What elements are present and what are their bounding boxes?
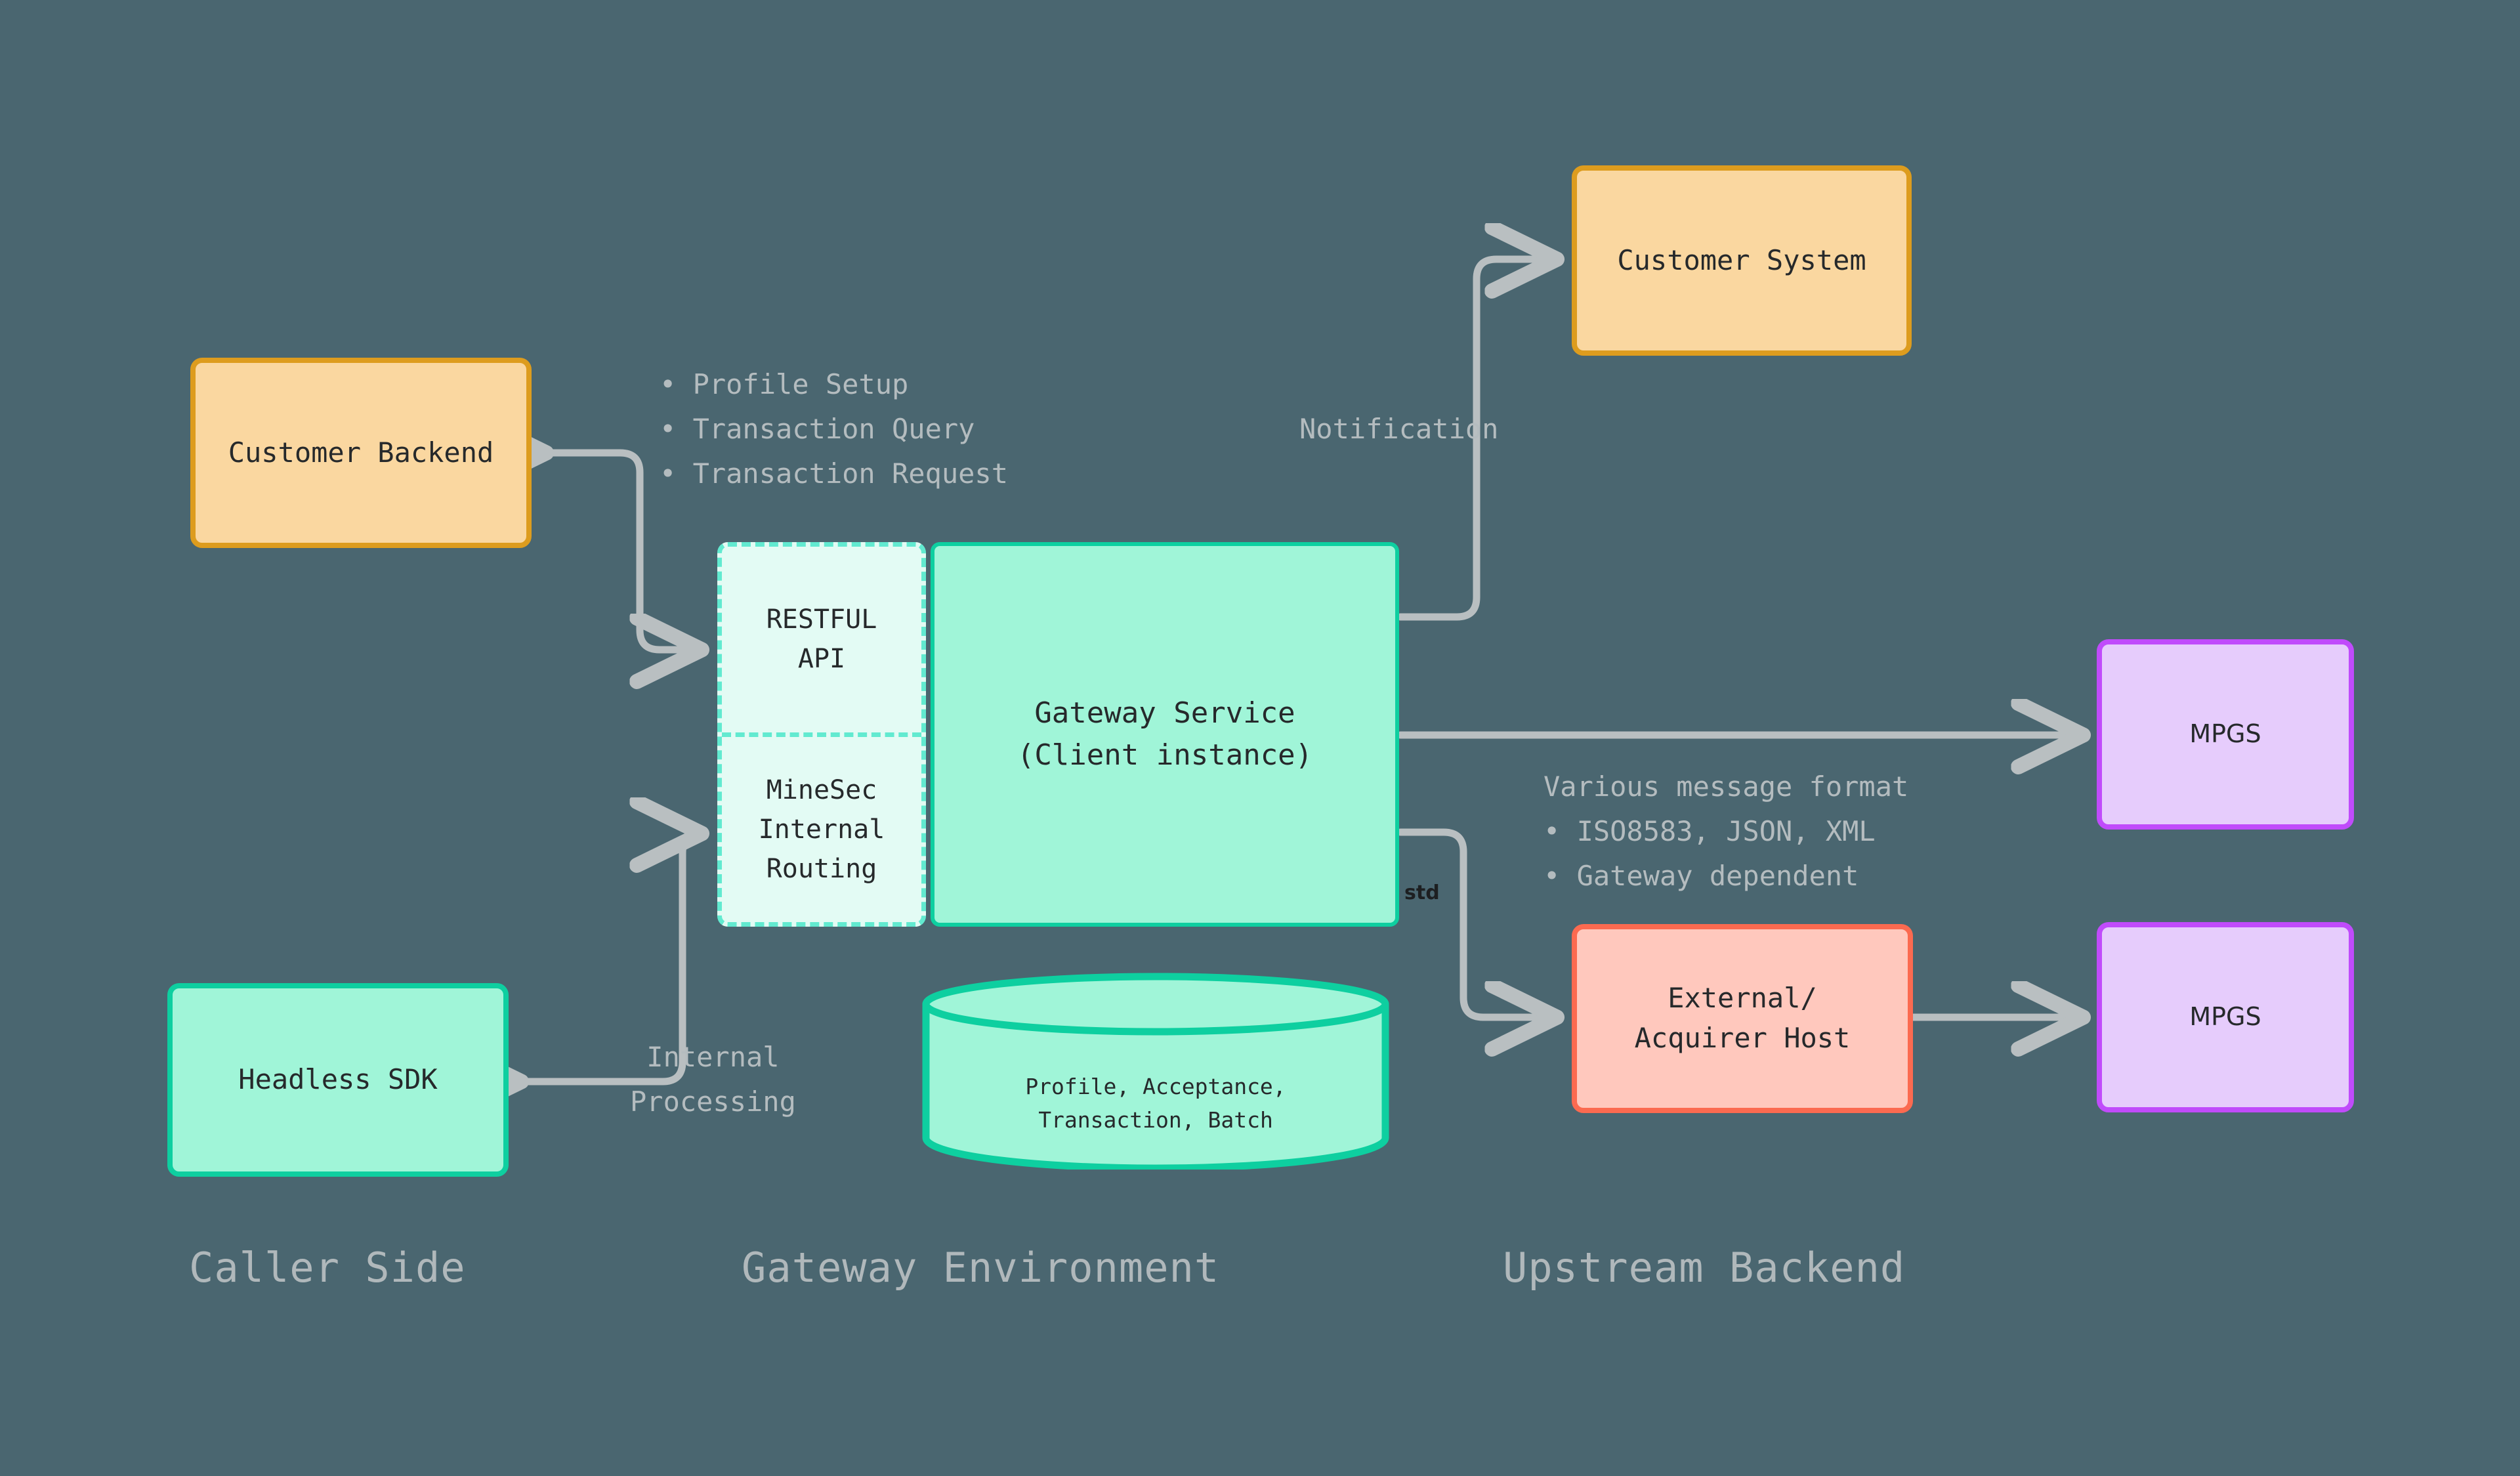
edge-label-caller-capabilities: • Profile Setup • Transaction Query • Tr…	[660, 368, 1009, 490]
node-datastore[interactable]: Profile, Acceptance, Transaction, Batch	[922, 973, 1389, 1172]
node-mpgs-top[interactable]: MPGS	[2097, 639, 2354, 830]
edge-label-message-format: Various message format • ISO8583, JSON, …	[1544, 770, 1909, 893]
node-gateway-service[interactable]: Gateway Service (Client instance)	[931, 542, 1399, 927]
section-title-upstream: Upstream Backend	[1503, 1244, 1906, 1292]
datastore-label: Profile, Acceptance, Transaction, Batch	[1025, 1074, 1286, 1133]
section-title-gateway: Gateway Environment	[742, 1244, 1220, 1292]
edge-label-notification: Notification	[1299, 413, 1499, 445]
diagram-canvas: Customer Backend Customer System Headles…	[0, 0, 2520, 1476]
node-internal-routing[interactable]: MineSec Internal Routing	[722, 737, 921, 923]
edge-label-internal-processing: Internal Processing	[630, 1041, 796, 1118]
node-mpgs-bottom[interactable]: MPGS	[2097, 922, 2354, 1112]
section-title-caller: Caller Side	[189, 1244, 466, 1292]
node-customer-backend[interactable]: Customer Backend	[190, 358, 532, 548]
edge-gateway-acquirer-host	[1396, 828, 1561, 1017]
node-restful-api[interactable]: RESTFUL API	[722, 547, 921, 737]
node-acquirer-host[interactable]: External/ Acquirer Host	[1572, 924, 1913, 1113]
edge-label-std: std	[1404, 881, 1440, 904]
node-customer-system[interactable]: Customer System	[1572, 165, 1912, 356]
gateway-interface-panel: RESTFUL API MineSec Internal Routing	[717, 542, 926, 927]
node-headless-sdk[interactable]: Headless SDK	[167, 983, 509, 1177]
